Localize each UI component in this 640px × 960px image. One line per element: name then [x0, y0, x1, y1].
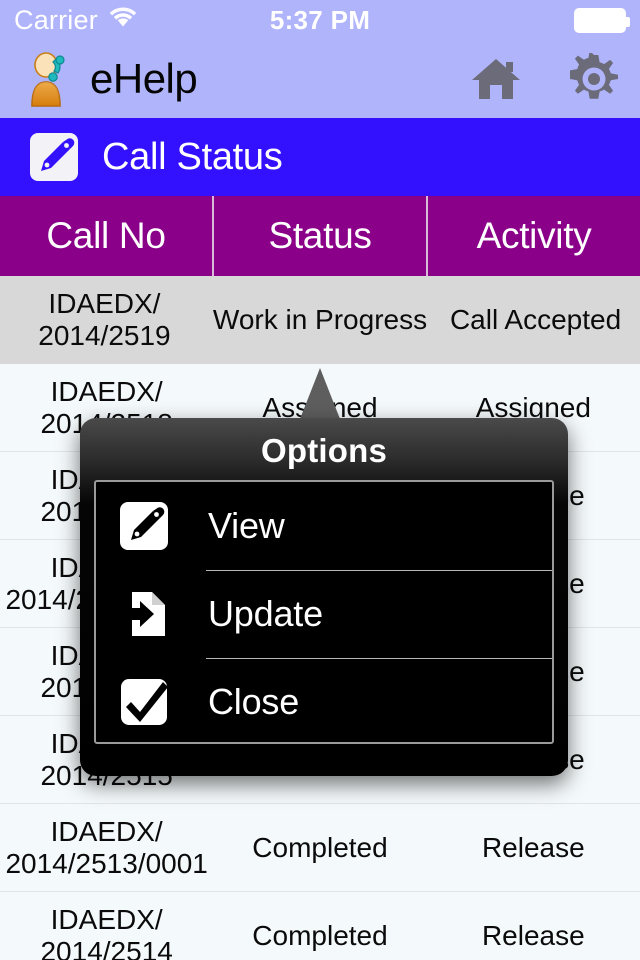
- cell-status: Work in Progress: [212, 303, 428, 335]
- status-bar-right: [574, 7, 630, 33]
- status-bar: Carrier 5:37 PM: [0, 0, 640, 40]
- cell-status: Completed: [252, 919, 388, 951]
- menu-item-label: Update: [208, 593, 323, 634]
- header-actions: [470, 50, 620, 105]
- menu-item-update[interactable]: Update: [96, 570, 552, 658]
- section-title: Call Status: [102, 136, 283, 178]
- app-title: eHelp: [90, 55, 198, 102]
- modal-title: Options: [260, 432, 388, 469]
- call-no-line-1: IDAEDX/: [48, 287, 161, 319]
- edit-note-icon: [28, 131, 80, 183]
- clock-label: 5:37 PM: [269, 5, 371, 35]
- section-bar: Call Status: [0, 118, 640, 196]
- cell-activity: Call Accepted: [449, 303, 622, 335]
- call-no-line-2: 2014/2519: [38, 319, 171, 351]
- table-row[interactable]: IDAEDX/2014/2513/0001 Completed Release: [0, 804, 640, 892]
- column-header-activity[interactable]: Activity: [428, 196, 640, 276]
- app-header: eHelp: [0, 40, 640, 118]
- menu-item-view[interactable]: View: [96, 482, 552, 570]
- menu-item-label: View: [208, 505, 285, 546]
- call-no-line-1: IDAEDX/: [50, 375, 163, 407]
- table-row[interactable]: IDAEDX/2014/2514 Completed Release: [0, 892, 640, 960]
- cell-call-no: IDAEDX/2014/2514: [0, 892, 213, 960]
- options-modal[interactable]: Options View Update Close: [80, 418, 568, 776]
- gear-icon[interactable]: [568, 50, 620, 105]
- cell-activity: Release: [481, 831, 585, 863]
- support-agent-icon: [28, 51, 70, 107]
- edit-note-icon: [118, 500, 170, 552]
- column-header-call-no[interactable]: Call No: [0, 196, 214, 276]
- call-no-line-2: 2014/2513/0001: [5, 847, 208, 879]
- cell-call-no: IDAEDX/2014/2519: [0, 276, 209, 363]
- table-header: Call No Status Activity: [0, 196, 640, 276]
- home-icon[interactable]: [470, 53, 522, 105]
- arrow-into-document-icon: [118, 588, 170, 640]
- cell-status: Completed: [252, 831, 388, 863]
- table-row[interactable]: IDAEDX/2014/2519 Work in Progress Call Acc…: [0, 276, 640, 364]
- call-no-line-1: IDAEDX/: [50, 815, 163, 847]
- cell-call-no: IDAEDX/2014/2513/0001: [0, 804, 213, 891]
- cell-activity: Release: [481, 919, 585, 951]
- call-no-line-1: IDAEDX/: [50, 903, 163, 935]
- modal-menu-list: View Update Close: [94, 480, 554, 744]
- checkbox-checked-icon: [118, 676, 170, 728]
- call-no-line-2: 2014/2514: [40, 935, 173, 960]
- menu-item-label: Close: [208, 681, 300, 722]
- column-header-status[interactable]: Status: [214, 196, 428, 276]
- app-screen: Carrier 5:37 PM eHelp Call Status Call N…: [0, 0, 640, 960]
- battery-full-icon: [574, 7, 630, 33]
- menu-item-close[interactable]: Close: [96, 658, 552, 746]
